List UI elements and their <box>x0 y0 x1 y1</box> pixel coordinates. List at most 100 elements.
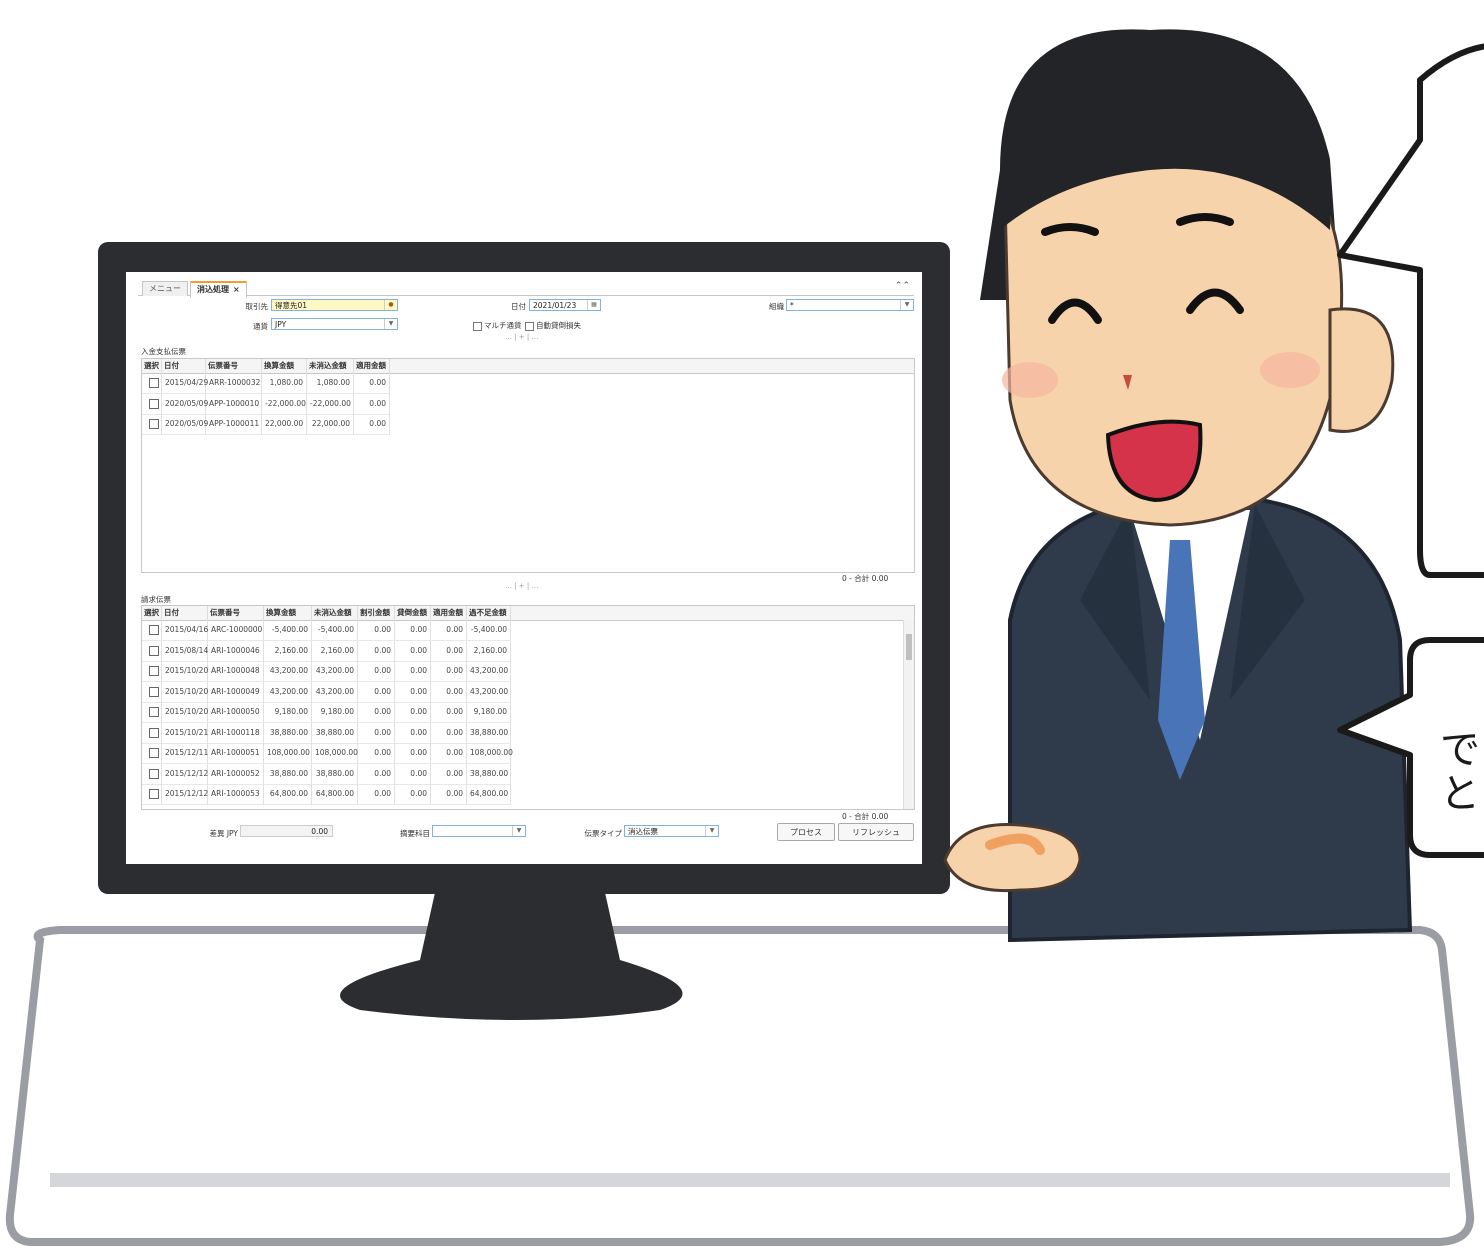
column-header[interactable]: 選択 <box>142 359 162 373</box>
checkbox-box[interactable] <box>149 625 159 635</box>
speech-bubble-small-text: で と <box>1440 728 1480 816</box>
table-cell: 0.00 <box>358 784 395 804</box>
checkbox-box[interactable] <box>149 419 159 429</box>
row-select-checkbox[interactable] <box>142 702 162 722</box>
column-header[interactable]: 日付 <box>162 359 206 373</box>
currency-label: 通貨 <box>253 322 268 331</box>
table-cell: 2015/08/14 <box>162 640 208 661</box>
table-row[interactable]: 2015/12/12 ARI-1000052 38,880.00 38,880.00 0… <box>142 763 511 785</box>
table-row[interactable]: 2015/08/14 ARI-1000046 2,160.00 2,160.00 0.0… <box>142 640 511 662</box>
table-row[interactable]: 2015/04/16 ARC-1000000 -5,400.00 -5,400.00 0… <box>142 620 511 641</box>
splitter-handle[interactable]: … | + | … <box>505 333 538 341</box>
table-row[interactable]: 2015/10/20 ARI-1000049 43,200.00 43,200.00 0… <box>142 681 511 703</box>
splitter-handle-2[interactable]: … | + | … <box>505 582 538 590</box>
table-cell: 43,200.00 <box>264 661 312 681</box>
diff-field: 0.00 <box>240 825 333 837</box>
checkbox-box[interactable] <box>473 321 482 331</box>
row-select-checkbox[interactable] <box>142 681 162 702</box>
doctype-value: 消込伝票 <box>628 827 658 836</box>
row-select-checkbox[interactable] <box>142 373 162 393</box>
payments-header: 選択 日付 伝票番号 換算金額 未消込金額 適用金額 <box>142 359 914 374</box>
table-row[interactable]: 2015/10/20 ARI-1000048 43,200.00 43,200.00 0… <box>142 661 511 682</box>
checkbox-box[interactable] <box>149 686 159 697</box>
refresh-button[interactable]: リフレッシュ <box>838 823 914 841</box>
row-select-checkbox[interactable] <box>142 784 162 804</box>
calendar-icon[interactable]: ▦ <box>587 300 600 310</box>
column-header[interactable]: 伝票番号 <box>206 359 262 373</box>
row-select-checkbox[interactable] <box>142 393 162 414</box>
table-row[interactable]: 2020/05/09 APP-1000011 22,000.00 22,000.00 0… <box>142 414 390 435</box>
currency-value: JPY <box>275 320 287 329</box>
checkbox-box[interactable] <box>149 707 159 717</box>
invoices-grid: 選択 日付 伝票番号 換算金額 未消込金額 割引金額 貸倒金額 適用金額 過不足金額 2015/… <box>141 605 915 810</box>
chevron-down-icon[interactable]: ▼ <box>384 319 397 329</box>
summary-select[interactable]: ▼ <box>432 825 526 837</box>
double-chevron-up-icon[interactable]: ⌃⌃ <box>895 281 910 291</box>
table-cell: 43,200.00 <box>467 681 511 702</box>
column-header[interactable]: 適用金額 <box>354 359 390 373</box>
row-select-checkbox[interactable] <box>142 640 162 661</box>
chevron-down-icon[interactable]: ▼ <box>512 826 525 836</box>
checkbox-box[interactable] <box>149 727 159 738</box>
partner-field[interactable]: 得意先01 ● <box>271 299 398 311</box>
table-cell: 0.00 <box>395 743 431 763</box>
checkbox-box[interactable] <box>525 321 534 331</box>
column-header[interactable]: 未消込金額 <box>307 359 354 373</box>
table-cell: ARI-1000052 <box>208 763 264 784</box>
currency-select[interactable]: JPY ▼ <box>271 318 398 330</box>
auto-writeoff-checkbox[interactable]: 自動貸倒損失 <box>525 320 581 331</box>
checkbox-box[interactable] <box>149 789 159 799</box>
column-header[interactable]: 過不足金額 <box>467 606 511 620</box>
table-cell: 0.00 <box>395 640 431 661</box>
chevron-down-icon[interactable]: ▼ <box>900 300 913 310</box>
scrollbar-thumb[interactable] <box>906 634 912 660</box>
chevron-down-icon[interactable]: ▼ <box>705 826 718 836</box>
checkbox-box[interactable] <box>149 748 159 758</box>
row-select-checkbox[interactable] <box>142 763 162 784</box>
partner-label: 取引先 <box>245 302 269 311</box>
table-cell: 2,160.00 <box>467 640 511 661</box>
checkbox-box[interactable] <box>149 398 159 409</box>
row-select-checkbox[interactable] <box>142 743 162 763</box>
table-cell: 9,180.00 <box>467 702 511 722</box>
table-cell: 0.00 <box>354 393 390 414</box>
column-header[interactable]: 換算金額 <box>262 359 307 373</box>
column-header[interactable]: 日付 <box>162 606 208 620</box>
table-row[interactable]: 2015/12/11 ARI-1000051 108,000.00 108,000.0… <box>142 743 513 764</box>
invoices-title: 請求伝票 <box>141 595 171 604</box>
tab-menu[interactable]: メニュー <box>142 281 188 296</box>
column-header[interactable]: 伝票番号 <box>208 606 264 620</box>
process-button[interactable]: プロセス <box>777 823 835 841</box>
date-label: 日付 <box>511 302 526 311</box>
column-header[interactable]: 貸倒金額 <box>395 606 431 620</box>
person-icon[interactable]: ● <box>384 300 397 310</box>
table-row[interactable]: 2015/12/12 ARI-1000053 64,800.00 64,800.00 0… <box>142 784 511 805</box>
table-row[interactable]: 2020/05/09 APP-1000010 -22,000.00 -22,000.0… <box>142 393 390 415</box>
column-header[interactable]: 未消込金額 <box>312 606 358 620</box>
checkbox-box[interactable] <box>149 378 159 388</box>
close-icon[interactable]: × <box>233 285 240 294</box>
table-row[interactable]: 2015/10/20 ARI-1000050 9,180.00 9,180.00 0.0… <box>142 702 511 723</box>
table-row[interactable]: 2015/04/29 ARR-1000032 1,080.00 1,080.00 0.0… <box>142 373 390 394</box>
date-field[interactable]: 2021/01/23 ▦ <box>529 299 601 311</box>
column-header[interactable]: 換算金額 <box>264 606 312 620</box>
table-cell: 2020/05/09 <box>162 393 208 414</box>
scrollbar[interactable] <box>903 620 914 809</box>
column-header[interactable]: 割引金額 <box>358 606 395 620</box>
checkbox-box[interactable] <box>149 666 159 676</box>
tab-reconcile[interactable]: 消込処理 × <box>190 281 247 298</box>
org-select[interactable]: * ▼ <box>786 299 914 311</box>
table-row[interactable]: 2015/10/21 ARI-1000118 38,880.00 38,880.00 0… <box>142 722 511 744</box>
checkbox-box[interactable] <box>149 768 159 779</box>
checkbox-box[interactable] <box>149 645 159 656</box>
desk <box>5 926 1475 1246</box>
column-header[interactable]: 適用金額 <box>431 606 467 620</box>
doctype-select[interactable]: 消込伝票 ▼ <box>624 825 719 837</box>
column-header[interactable]: 選択 <box>142 606 162 620</box>
row-select-checkbox[interactable] <box>142 414 162 434</box>
row-select-checkbox[interactable] <box>142 620 162 640</box>
table-cell: 2020/05/09 <box>162 414 208 434</box>
row-select-checkbox[interactable] <box>142 661 162 681</box>
multi-currency-checkbox[interactable]: マルチ通貨 <box>473 320 522 331</box>
row-select-checkbox[interactable] <box>142 722 162 743</box>
